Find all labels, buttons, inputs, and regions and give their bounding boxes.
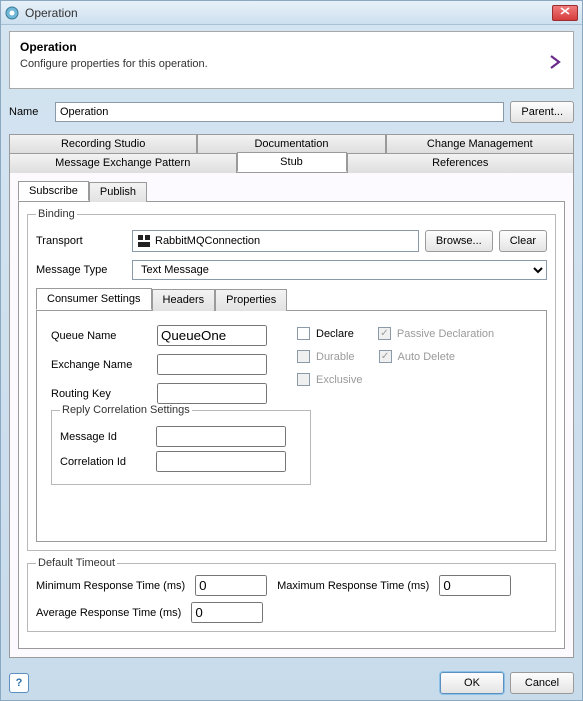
tab-references[interactable]: References [347, 153, 575, 173]
message-id-input[interactable] [156, 426, 286, 447]
transport-row: Transport RabbitMQConnection Browse... C… [36, 230, 547, 252]
stub-subtabs: Subscribe Publish [18, 181, 565, 201]
avg-response-label: Average Response Time (ms) [36, 607, 181, 619]
message-id-label: Message Id [60, 431, 150, 443]
declare-label: Declare [316, 328, 354, 340]
routing-key-label: Routing Key [51, 388, 151, 400]
exchange-name-input[interactable] [157, 354, 267, 375]
window-title: Operation [25, 6, 552, 20]
message-type-select[interactable]: Text Message [132, 260, 547, 280]
tab-row-1: Recording Studio Documentation Change Ma… [9, 133, 574, 152]
correlation-id-label: Correlation Id [60, 456, 150, 468]
binding-group: Binding Transport RabbitMQConnection Bro… [27, 208, 556, 551]
stub-panel: Subscribe Publish Binding Transport Rabb… [9, 172, 574, 658]
ok-button[interactable]: OK [440, 672, 504, 694]
default-timeout-group: Default Timeout Minimum Response Time (m… [27, 557, 556, 632]
content: Operation Configure properties for this … [1, 25, 582, 666]
min-response-input[interactable] [195, 575, 267, 596]
correlation-id-input[interactable] [156, 451, 286, 472]
rabbitmq-icon [137, 234, 151, 248]
queue-name-input[interactable] [157, 325, 267, 346]
cancel-button[interactable]: Cancel [510, 672, 574, 694]
header-title: Operation [20, 40, 563, 54]
tab-subscribe[interactable]: Subscribe [18, 181, 89, 201]
tab-change-management[interactable]: Change Management [386, 134, 574, 153]
help-button[interactable]: ? [9, 673, 29, 693]
name-label: Name [9, 106, 49, 118]
titlebar: Operation [1, 1, 582, 25]
passive-declaration-checkbox [378, 327, 391, 340]
name-input[interactable] [55, 102, 504, 122]
close-button[interactable] [552, 5, 578, 21]
parent-button[interactable]: Parent... [510, 101, 574, 123]
exchange-name-label: Exchange Name [51, 359, 151, 371]
max-response-input[interactable] [439, 575, 511, 596]
reply-correlation-group: Reply Correlation Settings Message Id Co… [51, 404, 311, 485]
name-row: Name Parent... [9, 101, 574, 123]
durable-checkbox [297, 350, 310, 363]
binding-legend: Binding [36, 208, 77, 220]
tab-stub[interactable]: Stub [237, 152, 347, 172]
tab-headers[interactable]: Headers [152, 289, 216, 311]
durable-label: Durable [316, 351, 355, 363]
app-icon [5, 6, 19, 20]
exclusive-checkbox [297, 373, 310, 386]
exclusive-label: Exclusive [316, 374, 362, 386]
tab-message-exchange-pattern[interactable]: Message Exchange Pattern [9, 153, 237, 173]
tab-properties[interactable]: Properties [215, 289, 287, 311]
tab-recording-studio[interactable]: Recording Studio [9, 134, 197, 153]
operation-dialog: Operation Operation Configure properties… [0, 0, 583, 701]
min-response-label: Minimum Response Time (ms) [36, 580, 185, 592]
footer: ? OK Cancel [1, 666, 582, 700]
message-type-row: Message Type Text Message [36, 260, 547, 280]
tab-documentation[interactable]: Documentation [197, 134, 385, 153]
reply-correlation-legend: Reply Correlation Settings [60, 404, 192, 416]
routing-key-input[interactable] [157, 383, 267, 404]
auto-delete-checkbox [379, 350, 392, 363]
subscribe-panel: Binding Transport RabbitMQConnection Bro… [18, 201, 565, 649]
passive-declaration-label: Passive Declaration [397, 328, 494, 340]
chevron-right-icon [547, 54, 563, 70]
tab-publish[interactable]: Publish [89, 182, 147, 202]
help-icon: ? [16, 677, 23, 689]
declare-checkbox[interactable] [297, 327, 310, 340]
default-timeout-legend: Default Timeout [36, 557, 117, 569]
close-icon [560, 7, 570, 18]
header-box: Operation Configure properties for this … [9, 31, 574, 89]
browse-button[interactable]: Browse... [425, 230, 493, 252]
tab-consumer-settings[interactable]: Consumer Settings [36, 288, 152, 310]
auto-delete-label: Auto Delete [398, 351, 455, 363]
avg-response-input[interactable] [191, 602, 263, 623]
header-description: Configure properties for this operation. [20, 58, 563, 70]
transport-label: Transport [36, 235, 126, 247]
message-type-label: Message Type [36, 264, 126, 276]
transport-value: RabbitMQConnection [155, 235, 260, 247]
clear-button[interactable]: Clear [499, 230, 547, 252]
consumer-settings-panel: Queue Name Exchange Name Routing Key [36, 310, 547, 542]
transport-input[interactable]: RabbitMQConnection [132, 230, 419, 252]
consumer-tabs: Consumer Settings Headers Properties [36, 288, 547, 310]
next-button[interactable] [547, 54, 563, 73]
max-response-label: Maximum Response Time (ms) [277, 580, 429, 592]
main-tabstrip: Recording Studio Documentation Change Ma… [9, 133, 574, 658]
tab-row-2: Message Exchange Pattern Stub References [9, 152, 574, 172]
queue-name-label: Queue Name [51, 330, 151, 342]
